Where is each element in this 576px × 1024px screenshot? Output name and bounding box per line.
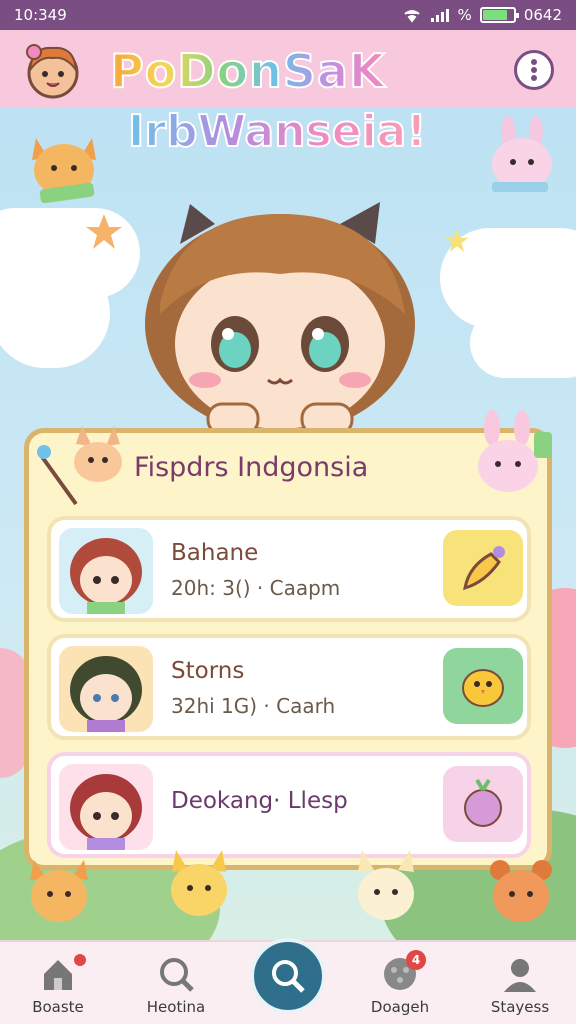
item-name: Storns — [171, 658, 245, 684]
item-action-button[interactable] — [443, 530, 523, 606]
notification-badge: 4 — [406, 950, 426, 970]
status-bar: 10:349 % 0642 — [0, 0, 576, 30]
battery-icon — [479, 7, 519, 23]
status-signal-text: % — [457, 6, 472, 24]
app-title: PoDonSaK — [109, 44, 386, 98]
character-avatar-icon — [70, 774, 142, 850]
bunny-critter-icon — [358, 850, 414, 920]
cat-critter-icon — [171, 850, 227, 916]
character-avatar-icon — [70, 538, 142, 614]
fox-critter-icon — [30, 860, 88, 922]
character-thumbnail — [59, 764, 153, 850]
wifi-icon — [403, 10, 420, 23]
status-right-text: 0642 — [523, 6, 562, 24]
item-name: Deokang· Llesp — [171, 788, 348, 814]
character-avatar-icon — [70, 656, 142, 732]
nav-item-games[interactable]: 4 Doageh — [350, 942, 450, 1024]
list-item[interactable]: Deokang· Llesp — [47, 752, 531, 858]
nav-item-home[interactable]: Boaste — [8, 942, 108, 1024]
bottom-navigation: Boaste Heotina 4 Doageh Stayess — [0, 938, 576, 1024]
cloud-decor — [0, 258, 110, 368]
list-item[interactable]: Bahane 20h: 3() · Caapm — [47, 516, 531, 622]
app-subtitle: IrbWanseia! — [127, 106, 427, 157]
search-icon — [272, 960, 305, 993]
wand-dog-critter-icon — [37, 426, 122, 506]
bunny-critter-icon — [478, 410, 552, 492]
status-time: 10:349 — [14, 6, 67, 24]
magnifier-icon — [160, 958, 194, 992]
chibi-girl-mascot — [145, 202, 415, 434]
nav-label: Heotina — [146, 998, 206, 1016]
nav-label: Boaste — [32, 998, 84, 1016]
profile-icon — [504, 959, 536, 992]
radish-icon — [464, 778, 502, 827]
kebab-menu-icon — [531, 59, 537, 81]
item-action-button[interactable] — [443, 766, 523, 842]
character-thumbnail — [59, 528, 153, 614]
bear-critter-icon — [490, 860, 552, 922]
item-meta: 20h: 3() · Caapm — [171, 576, 341, 600]
home-icon — [44, 960, 72, 990]
character-thumbnail — [59, 646, 153, 732]
chick-icon — [462, 669, 504, 707]
item-meta: 32hi 1G) · Caarh — [171, 694, 336, 718]
nav-item-explore[interactable]: Heotina — [126, 942, 226, 1024]
star-icon — [445, 229, 469, 253]
more-options-button[interactable] — [514, 50, 554, 90]
paintbrush-icon — [463, 546, 505, 591]
card-title: Fispdrs Indgonsia — [134, 452, 369, 483]
signal-icon — [430, 9, 449, 22]
status-icons: % 0642 — [402, 6, 562, 24]
mascot-avatar-icon[interactable] — [22, 40, 84, 102]
item-action-button[interactable] — [443, 648, 523, 724]
list-item[interactable]: Storns 32hi 1G) · Caarh — [47, 634, 531, 740]
search-button[interactable] — [250, 938, 326, 1014]
nav-label: Stayess — [490, 998, 550, 1016]
fox-critter-icon — [32, 138, 96, 204]
nav-label: Doageh — [370, 998, 430, 1016]
nav-item-profile[interactable]: Stayess — [470, 942, 570, 1024]
bunny-critter-icon — [492, 116, 552, 192]
item-name: Bahane — [171, 540, 259, 566]
notification-dot — [74, 954, 86, 966]
cloud-decor — [470, 308, 576, 378]
star-icon — [86, 214, 122, 249]
